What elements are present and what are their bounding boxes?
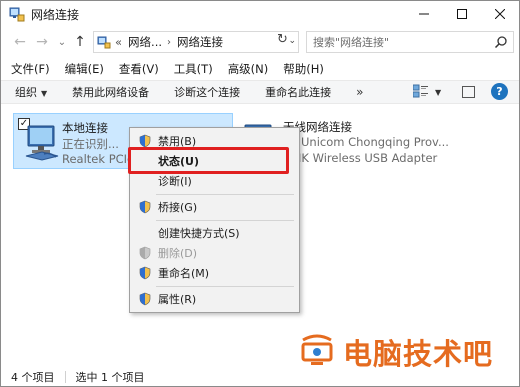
more-commands-button[interactable]: »	[356, 85, 363, 99]
menu-file[interactable]: 文件(F)	[11, 61, 50, 77]
selected-count: 选中 1 个项目	[75, 371, 145, 384]
network-folder-icon	[97, 35, 111, 49]
menu-item-label: 属性(R)	[158, 293, 197, 306]
uac-shield-icon	[138, 200, 152, 214]
menu-item-create-shortcut[interactable]: 创建快捷方式(S)	[130, 223, 299, 243]
caret-down-icon: ▼	[435, 88, 442, 97]
item-count: 4 个项目	[11, 371, 55, 384]
maximize-button[interactable]	[443, 1, 481, 27]
menu-separator	[156, 194, 294, 195]
recent-locations-button[interactable]: ⌄	[53, 33, 71, 51]
overflow-chevron[interactable]: «	[115, 35, 122, 49]
menu-advanced[interactable]: 高级(N)	[228, 61, 269, 77]
title-bar: 网络连接	[1, 1, 519, 27]
address-row: ← → ⌄ ↑ « 网络... › 网络连接 ⌄ ↻ 搜索"网络连接"	[1, 29, 519, 55]
disable-device-button[interactable]: 禁用此网络设备	[72, 84, 149, 100]
menu-separator	[156, 286, 294, 287]
status-divider	[64, 371, 66, 383]
breadcrumb-current[interactable]: 网络连接	[177, 34, 223, 50]
address-dropdown-icon[interactable]: ⌄	[288, 36, 296, 46]
menu-item-label: 删除(D)	[158, 247, 198, 260]
rename-button[interactable]: 重命名此连接	[265, 84, 331, 100]
uac-shield-icon	[138, 134, 152, 148]
menu-edit[interactable]: 编辑(E)	[65, 61, 104, 77]
watermark-text: 电脑技术吧	[343, 337, 494, 371]
organize-label: 组织	[15, 86, 37, 99]
menu-item-label: 诊断(I)	[158, 175, 192, 188]
back-button[interactable]: ←	[11, 33, 29, 51]
uac-shield-icon	[138, 266, 152, 280]
watermark: 电脑技术吧	[297, 331, 493, 373]
connection-status: 正在识别...	[62, 137, 119, 151]
connection-status: na Unicom Chongqing Prov...	[283, 135, 449, 149]
uac-shield-icon	[138, 292, 152, 306]
search-input[interactable]: 搜索"网络连接"	[306, 31, 514, 53]
menu-item-label: 重命名(M)	[158, 267, 210, 280]
watermark-logo-icon	[297, 334, 337, 371]
menu-item-delete: 删除(D)	[130, 243, 299, 263]
command-bar: 组织 ▼ 禁用此网络设备 诊断这个连接 重命名此连接 » ▼ ?	[1, 80, 519, 104]
menu-help[interactable]: 帮助(H)	[283, 61, 324, 77]
change-view-button[interactable]: ▼	[412, 84, 442, 101]
connection-device: LINK Wireless USB Adapter	[283, 151, 438, 165]
preview-pane-button[interactable]	[462, 86, 475, 98]
menu-separator	[156, 220, 294, 221]
view-tiles-icon	[412, 84, 429, 101]
close-button[interactable]	[481, 1, 519, 27]
caret-down-icon: ▼	[41, 89, 48, 98]
minimize-button[interactable]	[405, 1, 443, 27]
up-button[interactable]: ↑	[71, 33, 89, 51]
window-title: 网络连接	[31, 7, 80, 22]
search-icon	[494, 35, 508, 49]
breadcrumb-network[interactable]: 网络...	[128, 34, 162, 50]
forward-button[interactable]: →	[33, 33, 51, 51]
explorer-window: 网络连接 ← → ⌄ ↑ « 网络... › 网络连接 ⌄ ↻ 搜索"网络连接"	[0, 0, 520, 387]
organize-button[interactable]: 组织 ▼	[15, 84, 47, 100]
connection-device: Realtek PCIe	[62, 152, 135, 166]
ethernet-adapter-icon	[22, 122, 62, 162]
menu-item-diagnose[interactable]: 诊断(I)	[130, 171, 299, 191]
diagnose-button[interactable]: 诊断这个连接	[174, 84, 240, 100]
refresh-button[interactable]: ↻	[277, 32, 288, 47]
menu-item-properties[interactable]: 属性(R)	[130, 289, 299, 309]
menu-bar: 文件(F) 编辑(E) 查看(V) 工具(T) 高级(N) 帮助(H)	[1, 59, 339, 79]
help-button[interactable]: ?	[491, 83, 508, 100]
menu-view[interactable]: 查看(V)	[119, 61, 159, 77]
address-bar[interactable]: « 网络... › 网络连接 ⌄	[93, 31, 299, 53]
menu-item-label: 创建快捷方式(S)	[158, 227, 240, 240]
search-placeholder: 搜索"网络连接"	[313, 36, 390, 49]
uac-shield-icon	[138, 246, 152, 260]
menu-item-label: 桥接(G)	[158, 201, 198, 214]
menu-item-bridge[interactable]: 桥接(G)	[130, 197, 299, 217]
annotation-highlight-box	[128, 147, 289, 174]
menu-tools[interactable]: 工具(T)	[174, 61, 213, 77]
network-folder-icon	[9, 6, 25, 22]
menu-item-rename[interactable]: 重命名(M)	[130, 263, 299, 283]
connection-name: 本地连接	[62, 121, 108, 135]
breadcrumb-separator-icon[interactable]: ›	[167, 37, 171, 48]
